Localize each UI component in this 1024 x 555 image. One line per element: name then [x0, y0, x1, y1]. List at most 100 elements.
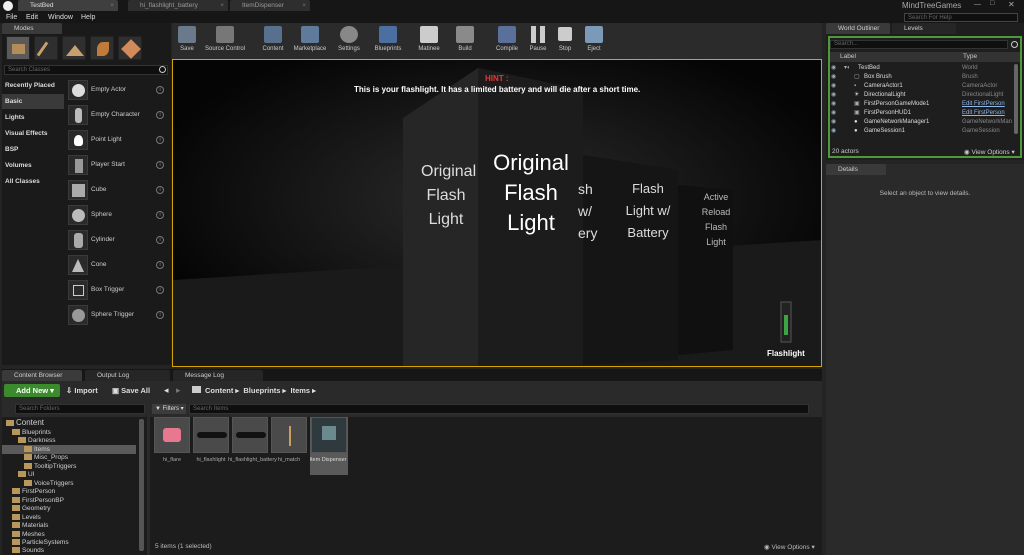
- back-arrow-icon[interactable]: ◂: [164, 385, 169, 396]
- asset-tile[interactable]: hi_match: [271, 417, 307, 475]
- category-recently-placed[interactable]: Recently Placed: [2, 78, 64, 93]
- menu-edit[interactable]: Edit: [26, 12, 38, 23]
- category-bsp[interactable]: BSP: [2, 142, 64, 157]
- info-icon[interactable]: i: [156, 211, 164, 219]
- build-button[interactable]: Build: [450, 23, 480, 59]
- outliner-search-input[interactable]: Search...: [830, 40, 1008, 49]
- eye-icon[interactable]: ◉: [831, 127, 836, 136]
- forward-arrow-icon[interactable]: ▸: [176, 385, 181, 396]
- folder-tooltip-triggers[interactable]: TooltipTriggers: [24, 463, 76, 471]
- folder-levels[interactable]: Levels: [12, 514, 41, 522]
- category-all-classes[interactable]: All Classes: [2, 174, 64, 189]
- folder-items[interactable]: Items: [24, 446, 50, 454]
- outliner-row[interactable]: ◉ ▪ CameraActor1 CameraActor: [826, 82, 1024, 91]
- stop-button[interactable]: Stop: [552, 23, 578, 59]
- folder-particle-systems[interactable]: ParticleSystems: [12, 539, 69, 547]
- outliner-row[interactable]: ◉ ▢ Box Brush Brush: [826, 73, 1024, 82]
- menu-file[interactable]: File: [6, 12, 17, 23]
- asset-tile[interactable]: hi_flashlight_battery: [228, 417, 277, 475]
- outliner-row[interactable]: ◉ ▣ FirstPersonHUD1 Edit FirstPerson: [826, 109, 1024, 118]
- category-volumes[interactable]: Volumes: [2, 158, 64, 173]
- outliner-row[interactable]: ◉ ▣ FirstPersonGameMode1 Edit FirstPerson: [826, 100, 1024, 109]
- eye-icon[interactable]: ◉: [831, 64, 836, 73]
- tab-modes[interactable]: Modes: [2, 23, 62, 34]
- actor-type-link[interactable]: Edit FirstPerson: [962, 109, 1005, 118]
- place-item-cube[interactable]: Cube i: [65, 178, 169, 202]
- tab-hi-flashlight-battery[interactable]: hi_flashlight_battery ×: [128, 0, 228, 11]
- asset-tile-selected[interactable]: Item Dispenser: [310, 417, 348, 475]
- close-icon[interactable]: ×: [110, 0, 114, 11]
- column-type[interactable]: Type: [963, 52, 977, 62]
- breadcrumb-blueprints[interactable]: Blueprints: [243, 386, 280, 395]
- view-options-button[interactable]: ◉ View Options ▾: [764, 543, 815, 551]
- info-icon[interactable]: i: [156, 136, 164, 144]
- info-icon[interactable]: i: [156, 161, 164, 169]
- settings-button[interactable]: Settings: [332, 23, 366, 59]
- breadcrumb-content[interactable]: Content: [205, 386, 233, 395]
- place-item-empty-actor[interactable]: Empty Actor i: [65, 78, 169, 102]
- paint-mode-button[interactable]: [34, 36, 58, 60]
- info-icon[interactable]: i: [156, 261, 164, 269]
- folder-tree-scrollbar[interactable]: [139, 419, 144, 551]
- folder-geometry[interactable]: Geometry: [12, 505, 51, 513]
- eye-icon[interactable]: ◉: [831, 82, 836, 91]
- folder-search-input[interactable]: Search Folders: [15, 404, 145, 414]
- maximize-icon[interactable]: □: [990, 0, 994, 7]
- marketplace-button[interactable]: Marketplace: [290, 23, 330, 59]
- info-icon[interactable]: i: [156, 236, 164, 244]
- info-icon[interactable]: i: [156, 286, 164, 294]
- folder-voice-triggers[interactable]: VoiceTriggers: [24, 480, 74, 488]
- folder-sounds[interactable]: Sounds: [12, 547, 44, 555]
- eye-icon[interactable]: ◉: [831, 73, 836, 82]
- info-icon[interactable]: i: [156, 186, 164, 194]
- landscape-mode-button[interactable]: [62, 36, 86, 60]
- category-lights[interactable]: Lights: [2, 110, 64, 125]
- outliner-view-options-button[interactable]: ◉ View Options ▾: [964, 148, 1015, 156]
- minimize-icon[interactable]: —: [974, 1, 981, 8]
- close-icon[interactable]: ×: [302, 0, 306, 11]
- outliner-scrollbar[interactable]: [1014, 64, 1018, 134]
- actor-type-link[interactable]: Edit FirstPerson: [962, 100, 1005, 109]
- asset-search-input[interactable]: Search Items: [189, 404, 809, 414]
- place-item-cone[interactable]: Cone i: [65, 253, 169, 277]
- content-button[interactable]: Content: [258, 23, 288, 59]
- asset-tile[interactable]: hi_flashlight: [193, 417, 229, 475]
- breadcrumb-items[interactable]: Items: [290, 386, 310, 395]
- tab-message-log[interactable]: Message Log: [173, 370, 263, 381]
- tab-levels[interactable]: Levels: [892, 23, 956, 34]
- folder-darkness[interactable]: Darkness: [18, 437, 55, 445]
- window-close-icon[interactable]: ✕: [1008, 0, 1015, 9]
- source-control-button[interactable]: Source Control: [200, 23, 250, 59]
- folder-meshes[interactable]: Meshes: [12, 531, 45, 539]
- place-item-box-trigger[interactable]: Box Trigger i: [65, 278, 169, 302]
- eye-icon[interactable]: ◉: [831, 91, 836, 100]
- tab-details[interactable]: Details: [826, 164, 886, 175]
- help-search-input[interactable]: Search For Help: [904, 13, 1018, 22]
- category-visual-effects[interactable]: Visual Effects: [2, 126, 64, 141]
- eye-icon[interactable]: ◉: [831, 100, 836, 109]
- asset-tile[interactable]: hi_flare: [154, 417, 190, 475]
- tab-testbed[interactable]: TestBed ×: [18, 0, 118, 11]
- folder-ui[interactable]: UI: [18, 471, 35, 479]
- add-new-button[interactable]: Add New ▾: [4, 384, 60, 397]
- blueprints-button[interactable]: Blueprints: [368, 23, 408, 59]
- category-basic[interactable]: Basic: [2, 94, 64, 109]
- place-item-cylinder[interactable]: Cylinder i: [65, 228, 169, 252]
- eye-icon[interactable]: ◉: [831, 118, 836, 127]
- tab-item-dispenser[interactable]: ItemDispenser ×: [230, 0, 310, 11]
- compile-button[interactable]: Compile: [492, 23, 522, 59]
- info-icon[interactable]: i: [156, 86, 164, 94]
- place-item-player-start[interactable]: Player Start i: [65, 153, 169, 177]
- outliner-row[interactable]: ◉ ☀ DirectionalLight DirectionalLight: [826, 91, 1024, 100]
- eject-button[interactable]: Eject: [580, 23, 608, 59]
- info-icon[interactable]: i: [156, 311, 164, 319]
- tab-content-browser[interactable]: Content Browser: [2, 370, 82, 381]
- level-viewport[interactable]: HINT : This is your flashlight. It has a…: [172, 59, 822, 367]
- place-item-sphere[interactable]: Sphere i: [65, 203, 169, 227]
- place-item-empty-character[interactable]: Empty Character i: [65, 103, 169, 127]
- outliner-row[interactable]: ◉ ● GameSession1 GameSession: [826, 127, 1024, 136]
- menu-window[interactable]: Window: [48, 12, 73, 23]
- folder-misc-props[interactable]: Misc_Props: [24, 454, 68, 462]
- matinee-button[interactable]: Matinee: [412, 23, 446, 59]
- folder-first-person-bp[interactable]: FirstPersonBP: [12, 497, 64, 505]
